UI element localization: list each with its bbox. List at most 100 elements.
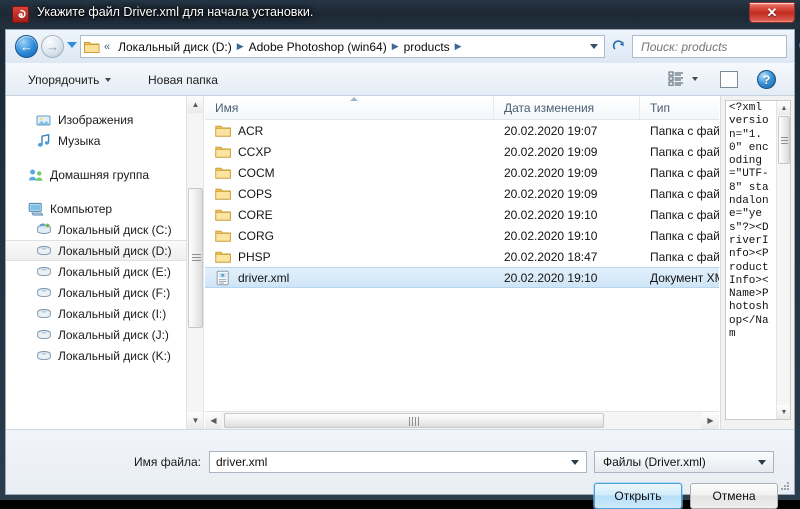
scrollbar-grip <box>781 137 788 144</box>
file-type-cell: Папка с файлами <box>640 208 719 222</box>
file-type-cell: Папка с файлами <box>640 250 719 264</box>
file-list-horizontal-scrollbar[interactable]: ◀ ▶ <box>205 411 719 429</box>
preview-scrollbar-thumb[interactable] <box>778 116 790 164</box>
folder-icon <box>215 186 231 202</box>
sidebar-spacer <box>6 96 187 109</box>
table-row[interactable]: CCXP20.02.2020 19:09Папка с файлами <box>205 141 719 162</box>
resize-grip[interactable] <box>779 480 791 492</box>
scroll-up-icon[interactable]: ▲ <box>187 96 204 113</box>
sidebar-scrollbar[interactable]: ▲ ▼ <box>186 96 203 429</box>
table-row[interactable]: CORE20.02.2020 19:10Папка с файлами <box>205 204 719 225</box>
toolbar: Упорядочить Новая папка <box>6 63 794 96</box>
file-name-label: COPS <box>238 187 272 201</box>
breadcrumb-separator-icon[interactable]: ▶ <box>455 41 462 52</box>
sidebar-item-локальный-диск-j[interactable]: Локальный диск (J:) <box>6 324 187 345</box>
column-header-date[interactable]: Дата изменения <box>494 96 640 119</box>
sidebar-item-локальный-диск-k[interactable]: Локальный диск (K:) <box>6 345 187 366</box>
cancel-button[interactable]: Отмена <box>690 483 778 509</box>
file-type-cell: Папка с файлами <box>640 124 719 138</box>
file-date-cell: 20.02.2020 18:47 <box>494 250 640 264</box>
filename-combobox[interactable] <box>209 451 587 473</box>
preview-pane-icon[interactable] <box>720 71 738 88</box>
computer-icon <box>28 201 44 217</box>
sidebar-item-домашняя-группа[interactable]: Домашняя группа <box>6 164 187 185</box>
breadcrumb-item-adobe-photoshop[interactable]: Adobe Photoshop (win64) ▶ <box>246 39 401 55</box>
table-row[interactable]: CORG20.02.2020 19:10Папка с файлами <box>205 225 719 246</box>
view-mode-button[interactable] <box>668 70 698 87</box>
sidebar-item-локальный-диск-f[interactable]: Локальный диск (F:) <box>6 282 187 303</box>
scroll-down-icon[interactable]: ▼ <box>187 412 204 429</box>
sidebar-spacer <box>6 151 187 164</box>
file-date-cell: 20.02.2020 19:09 <box>494 166 640 180</box>
table-row[interactable]: PHSP20.02.2020 18:47Папка с файлами <box>205 246 719 267</box>
folder-icon <box>215 123 231 139</box>
file-date-cell: 20.02.2020 19:07 <box>494 124 640 138</box>
address-history-chevron-down-icon[interactable] <box>590 44 598 49</box>
search-box[interactable] <box>632 35 787 58</box>
xml-file-icon <box>215 270 231 286</box>
organize-button[interactable]: Упорядочить <box>22 69 117 90</box>
sidebar-item-label: Локальный диск (F:) <box>58 286 170 300</box>
file-open-dialog-window: Укажите файл Driver.xml для начала устан… <box>0 0 800 500</box>
column-header-name[interactable]: Имя <box>205 96 494 119</box>
file-name-label: driver.xml <box>238 271 289 285</box>
open-button[interactable]: Открыть <box>594 483 682 509</box>
file-name-label: CCXP <box>238 145 271 159</box>
close-button[interactable]: ✕ <box>749 2 795 23</box>
breadcrumb-item-products[interactable]: products ▶ <box>401 39 464 55</box>
sidebar-item-музыка[interactable]: Музыка <box>6 130 187 151</box>
breadcrumb-item-drive-d[interactable]: Локальный диск (D:) ▶ <box>115 39 245 55</box>
search-input[interactable] <box>641 40 798 54</box>
file-date-cell: 20.02.2020 19:09 <box>494 145 640 159</box>
column-header-type[interactable]: Тип <box>640 96 719 119</box>
sidebar-item-label: Компьютер <box>50 202 112 216</box>
sidebar-item-локальный-диск-d[interactable]: Локальный диск (D:) <box>6 240 187 261</box>
sidebar-item-изображения[interactable]: Изображения <box>6 109 187 130</box>
scroll-down-icon[interactable]: ▼ <box>777 405 791 419</box>
chevron-down-icon[interactable] <box>758 460 766 465</box>
address-overflow-chevrons[interactable]: « <box>104 41 110 53</box>
forward-button[interactable]: → <box>41 35 64 58</box>
folder-icon <box>215 249 231 265</box>
horizontal-scrollbar-thumb[interactable] <box>224 413 604 428</box>
table-row[interactable]: driver.xml20.02.2020 19:10Документ XML <box>205 267 719 288</box>
chevron-down-icon[interactable] <box>571 460 579 465</box>
table-row[interactable]: COPS20.02.2020 19:09Папка с файлами <box>205 183 719 204</box>
dialog-client-area: ← → « Локальный диск (D:) ▶ Adobe Photos… <box>5 29 795 495</box>
filename-input[interactable] <box>216 455 567 469</box>
sidebar-item-локальный-диск-c[interactable]: Локальный диск (C:) <box>6 219 187 240</box>
sidebar-item-label: Локальный диск (J:) <box>58 328 169 342</box>
recent-locations-chevron-down-icon[interactable] <box>67 42 77 48</box>
breadcrumb-separator-icon[interactable]: ▶ <box>392 41 399 52</box>
folder-icon <box>84 40 100 54</box>
scroll-up-icon[interactable]: ▲ <box>777 101 791 115</box>
file-name-cell: ACR <box>205 123 494 139</box>
file-type-filter-combobox[interactable]: Файлы (Driver.xml) <box>594 451 774 473</box>
sidebar-scrollbar-thumb[interactable] <box>188 188 203 328</box>
file-name-cell: PHSP <box>205 249 494 265</box>
file-name-cell: driver.xml <box>205 270 494 286</box>
sidebar-item-локальный-диск-i[interactable]: Локальный диск (I:) <box>6 303 187 324</box>
window-title: Укажите файл Driver.xml для начала устан… <box>37 5 313 19</box>
dialog-bottom-panel: Имя файла: Файлы (Driver.xml) Открыть От… <box>6 429 794 494</box>
address-bar[interactable]: « Локальный диск (D:) ▶ Adobe Photoshop … <box>80 35 605 58</box>
preview-scrollbar[interactable]: ▲ ▼ <box>776 101 790 419</box>
help-button[interactable]: ? <box>757 70 776 89</box>
pictures-icon <box>36 112 52 128</box>
scroll-left-icon[interactable]: ◀ <box>205 412 222 429</box>
app-icon <box>12 6 29 23</box>
sidebar-item-локальный-диск-e[interactable]: Локальный диск (E:) <box>6 261 187 282</box>
sidebar-item-компьютер[interactable]: Компьютер <box>6 198 187 219</box>
new-folder-button[interactable]: Новая папка <box>142 69 224 90</box>
breadcrumb-separator-icon[interactable]: ▶ <box>237 41 244 52</box>
file-type-cell: Документ XML <box>640 271 719 285</box>
scroll-right-icon[interactable]: ▶ <box>702 412 719 429</box>
table-row[interactable]: COCM20.02.2020 19:09Папка с файлами <box>205 162 719 183</box>
file-type-cell: Папка с файлами <box>640 187 719 201</box>
file-type-cell: Папка с файлами <box>640 229 719 243</box>
table-row[interactable]: ACR20.02.2020 19:07Папка с файлами <box>205 120 719 141</box>
back-button[interactable]: ← <box>15 35 38 58</box>
drive-icon <box>36 348 52 364</box>
list-view-icon <box>668 70 685 87</box>
refresh-icon[interactable] <box>609 37 628 56</box>
